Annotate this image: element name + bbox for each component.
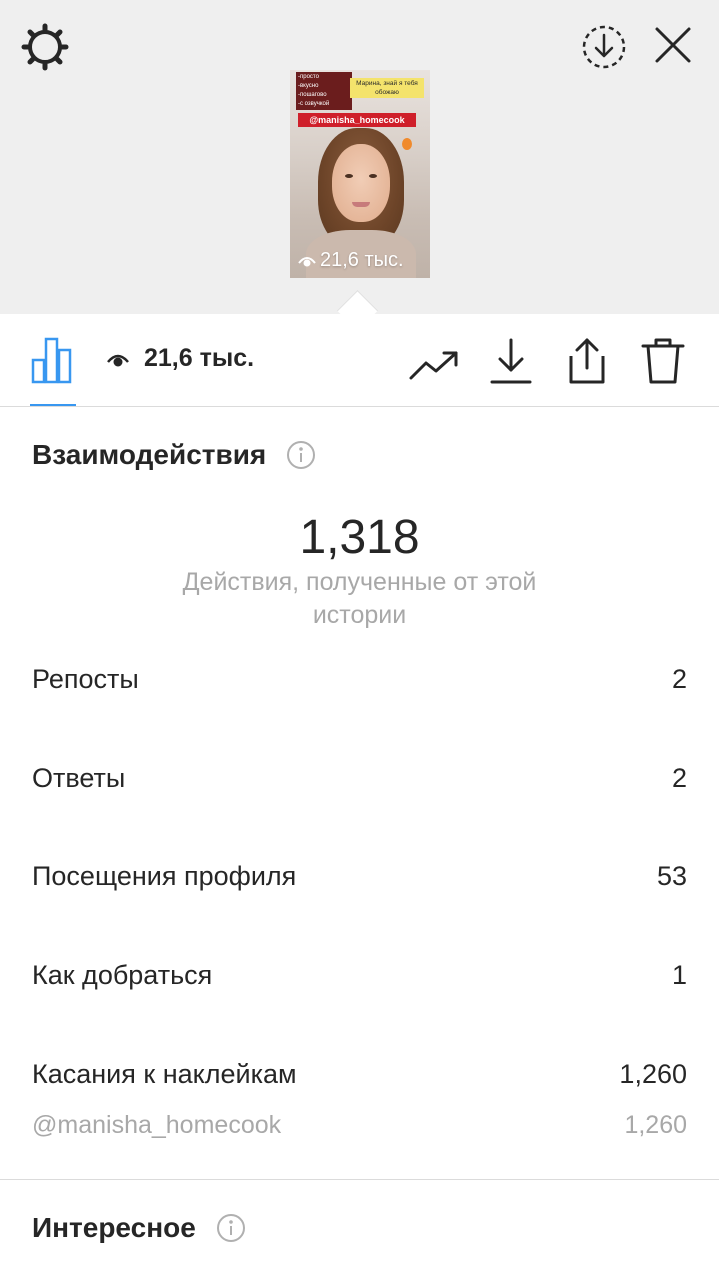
- insights-panel: 21,6 тыс. Взаимодействия 1,318 Действия,…: [0, 314, 719, 1280]
- stat-row-profile-visits: Посещения профиля 53: [32, 861, 687, 892]
- story-preview-header: -просто -вкусно -пошагово -с озвучкой Ма…: [0, 0, 719, 314]
- flame-icon: [402, 138, 412, 150]
- eye-icon: [298, 256, 316, 266]
- thumbnail-eye: [345, 174, 353, 178]
- share-icon[interactable]: [563, 336, 611, 386]
- active-tab-indicator: [30, 404, 76, 406]
- info-icon[interactable]: [216, 1213, 246, 1243]
- story-thumbnail[interactable]: -просто -вкусно -пошагово -с озвучкой Ма…: [290, 70, 430, 278]
- discovery-heading: Интересное: [32, 1212, 246, 1244]
- stat-row-directions: Как добраться 1: [32, 960, 687, 991]
- stat-row-replies: Ответы 2: [32, 763, 687, 794]
- eye-icon: [107, 354, 129, 366]
- sticker-detail-row: @manisha_homecook 1,260: [32, 1111, 687, 1140]
- stat-label: Посещения профиля: [32, 861, 297, 891]
- stat-row-sticker-taps: Касания к наклейкам 1,260: [32, 1059, 687, 1090]
- section-divider: [0, 1179, 719, 1180]
- sticker-note: Марина, знай я тебя обожаю: [350, 78, 424, 98]
- sticker-list: -просто -вкусно -пошагово -с озвучкой: [296, 72, 352, 110]
- download-circle-icon[interactable]: [579, 22, 629, 72]
- stat-value: 2: [671, 664, 687, 694]
- interactions-caption: Действия, полученные от этой истории: [182, 568, 537, 629]
- sticker-detail-label: @manisha_homecook: [32, 1111, 282, 1139]
- sticker-line: -с озвучкой: [298, 101, 330, 107]
- sticker-line: -вкусно: [298, 83, 319, 89]
- stat-value: 2: [671, 763, 687, 793]
- thumbnail-face: [332, 144, 390, 222]
- sticker-line: -пошагово: [298, 92, 327, 98]
- thumbnail-mouth: [352, 202, 370, 207]
- stat-value: 53: [656, 861, 687, 891]
- stat-label: Касания к наклейкам: [32, 1059, 297, 1089]
- stat-label: Репосты: [32, 664, 139, 694]
- bar-chart-icon[interactable]: [30, 336, 76, 384]
- trending-up-icon[interactable]: [408, 344, 460, 384]
- info-icon[interactable]: [286, 440, 316, 470]
- thumbnail-views: 21,6 тыс.: [298, 249, 404, 272]
- trash-icon[interactable]: [640, 336, 686, 386]
- thumbnail-views-count: 21,6 тыс.: [320, 249, 404, 271]
- interactions-title: Взаимодействия: [32, 439, 267, 470]
- stat-label: Как добраться: [32, 960, 213, 990]
- sticker-line: -просто: [298, 74, 319, 80]
- insights-toolbar: 21,6 тыс.: [0, 314, 719, 407]
- interactions-heading: Взаимодействия: [32, 439, 316, 471]
- sticker-detail-value: 1,260: [624, 1111, 687, 1139]
- close-icon[interactable]: [650, 22, 696, 68]
- thumbnail-eye: [369, 174, 377, 178]
- stat-value: 1: [671, 960, 687, 990]
- download-icon[interactable]: [488, 336, 534, 386]
- mention-sticker: @manisha_homecook: [298, 113, 416, 127]
- stat-row-reposts: Репосты 2: [32, 664, 687, 695]
- discovery-title: Интересное: [32, 1212, 196, 1243]
- gear-icon[interactable]: [20, 22, 70, 72]
- views-count: 21,6 тыс.: [106, 344, 254, 373]
- stat-label: Ответы: [32, 763, 126, 793]
- stat-value: 1,260: [619, 1059, 687, 1089]
- interactions-total: 1,318: [299, 511, 420, 564]
- views-count-label: 21,6 тыс.: [144, 344, 255, 372]
